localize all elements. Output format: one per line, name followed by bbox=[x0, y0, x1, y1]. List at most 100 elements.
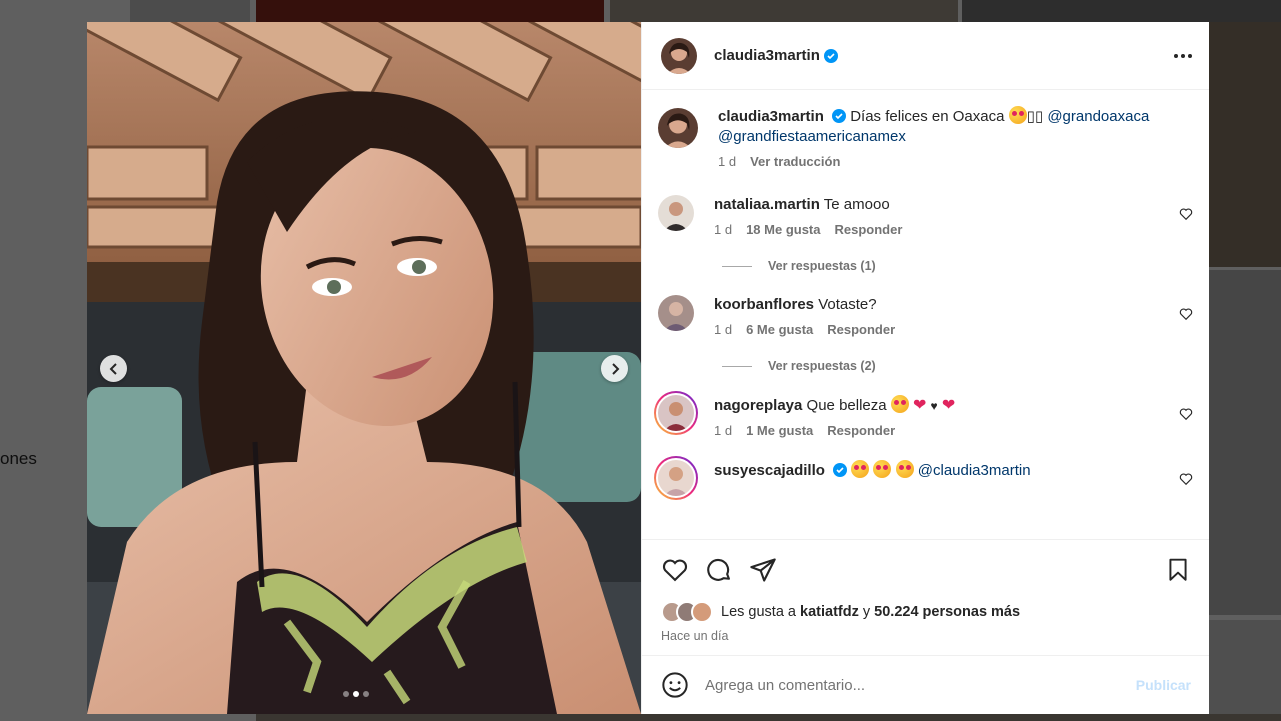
post-header: claudia3martin bbox=[642, 22, 1209, 90]
caption-text: Días felices en Oaxaca bbox=[850, 108, 1005, 125]
comment-like-count[interactable]: 1 Me gusta bbox=[746, 423, 813, 438]
comment-body: nagoreplaya Que belleza ❤ ♥ ❤ 1 d 1 Me g… bbox=[714, 395, 955, 438]
comment-bubble-icon[interactable] bbox=[705, 556, 733, 584]
carousel-dot bbox=[363, 691, 369, 697]
caption-mention-2[interactable]: @grandfiestaamericanamex bbox=[718, 128, 906, 145]
liker-avatar bbox=[691, 601, 713, 623]
author-avatar[interactable] bbox=[661, 37, 697, 74]
heart-emoji-icon: ❤ bbox=[912, 397, 927, 414]
emoji-picker-icon[interactable] bbox=[661, 671, 689, 699]
post-modal: claudia3martin claudia3martin Días felic… bbox=[87, 22, 1209, 714]
comment-time[interactable]: 1 d bbox=[714, 322, 732, 337]
view-replies-label: Ver respuestas (2) bbox=[768, 359, 876, 373]
comment-meta: 1 d 18 Me gusta Responder bbox=[714, 222, 902, 237]
comment-like-heart-icon[interactable] bbox=[1179, 472, 1193, 486]
comment-input[interactable] bbox=[705, 676, 1136, 694]
comment-like-heart-icon[interactable] bbox=[1179, 407, 1193, 421]
comment-reply-button[interactable]: Responder bbox=[827, 423, 895, 438]
comment-item: koorbanflores Votaste? 1 d 6 Me gusta Re… bbox=[658, 295, 1193, 337]
post-caption: claudia3martin Días felices en Oaxaca ▯▯… bbox=[658, 104, 1193, 169]
commenter-avatar bbox=[656, 458, 696, 498]
caption-missing-glyphs: ▯▯ bbox=[1026, 108, 1044, 125]
star-struck-emoji-icon bbox=[1008, 106, 1027, 124]
comment-text: Que belleza bbox=[806, 397, 887, 414]
view-replies-label: Ver respuestas (1) bbox=[768, 259, 876, 273]
see-translation-link[interactable]: Ver traducción bbox=[750, 154, 840, 169]
share-paper-plane-icon[interactable] bbox=[749, 556, 777, 584]
comment-like-count[interactable]: 6 Me gusta bbox=[746, 322, 813, 337]
post-photo bbox=[87, 22, 641, 714]
liker-avatars bbox=[661, 601, 713, 623]
comment-reply-button[interactable]: Responder bbox=[835, 222, 903, 237]
comment-username[interactable]: susyescajadillo bbox=[714, 462, 825, 479]
comment-item: nagoreplaya Que belleza ❤ ♥ ❤ 1 d 1 Me g… bbox=[654, 391, 1193, 438]
verified-badge-icon bbox=[823, 48, 838, 63]
heart-emoji-icon: ❤ bbox=[941, 397, 956, 414]
story-ring[interactable] bbox=[654, 456, 698, 500]
star-struck-emoji-icon bbox=[851, 460, 870, 478]
likes-prefix: Les gusta a bbox=[721, 604, 796, 620]
replies-divider bbox=[722, 265, 752, 267]
comment-text: Te amooo bbox=[823, 196, 890, 213]
caption-meta: 1 d Ver traducción bbox=[718, 154, 1149, 169]
save-bookmark-icon[interactable] bbox=[1165, 557, 1191, 583]
like-heart-icon[interactable] bbox=[661, 556, 689, 584]
likes-connector: y bbox=[862, 604, 871, 620]
comment-item: susyescajadillo @claudia3martin bbox=[654, 456, 1193, 500]
comment-username[interactable]: nataliaa.martin bbox=[714, 196, 820, 213]
comment-body: koorbanflores Votaste? 1 d 6 Me gusta Re… bbox=[714, 295, 895, 337]
caption-avatar[interactable] bbox=[658, 108, 698, 148]
black-heart-emoji-icon: ♥ bbox=[930, 399, 938, 413]
star-struck-emoji-icon bbox=[895, 460, 914, 478]
comments-section[interactable]: claudia3martin Días felices en Oaxaca ▯▯… bbox=[642, 90, 1209, 539]
carousel-prev-button[interactable] bbox=[100, 355, 127, 382]
comment-like-heart-icon[interactable] bbox=[1179, 307, 1193, 321]
story-ring[interactable] bbox=[654, 391, 698, 435]
comment-like-heart-icon[interactable] bbox=[1179, 207, 1193, 221]
verified-badge-icon bbox=[833, 463, 848, 477]
add-comment-bar: Publicar bbox=[642, 655, 1209, 714]
likes-others[interactable]: 50.224 personas más bbox=[874, 604, 1020, 620]
view-replies-button[interactable]: Ver respuestas (1) bbox=[722, 259, 1193, 273]
more-options-icon[interactable] bbox=[1173, 46, 1193, 66]
comment-body: nataliaa.martin Te amooo 1 d 18 Me gusta… bbox=[714, 195, 902, 237]
commenter-avatar[interactable] bbox=[658, 295, 694, 331]
replies-divider bbox=[722, 365, 752, 367]
caption-text-line: claudia3martin Días felices en Oaxaca ▯▯… bbox=[718, 106, 1149, 127]
post-actions bbox=[642, 539, 1209, 599]
comment-time[interactable]: 1 d bbox=[714, 423, 732, 438]
carousel-dot-active bbox=[353, 691, 359, 697]
likes-first-user[interactable]: katiatfdz bbox=[800, 604, 859, 620]
post-sidebar: claudia3martin claudia3martin Días felic… bbox=[641, 22, 1209, 714]
post-time-ago[interactable]: Hace un día bbox=[661, 629, 1190, 643]
commenter-avatar bbox=[656, 393, 696, 433]
star-struck-emoji-icon bbox=[890, 395, 909, 413]
chevron-left-icon bbox=[109, 362, 117, 375]
likes-summary[interactable]: Les gusta a katiatfdz y 50.224 personas … bbox=[661, 601, 1190, 623]
carousel-indicators bbox=[343, 691, 369, 697]
view-replies-button[interactable]: Ver respuestas (2) bbox=[722, 359, 1193, 373]
author-username[interactable]: claudia3martin bbox=[714, 47, 820, 64]
commenter-avatar[interactable] bbox=[658, 195, 694, 231]
publish-button[interactable]: Publicar bbox=[1136, 677, 1191, 693]
verified-badge-icon bbox=[832, 109, 847, 123]
comment-item: nataliaa.martin Te amooo 1 d 18 Me gusta… bbox=[658, 195, 1193, 237]
comment-reply-button[interactable]: Responder bbox=[827, 322, 895, 337]
comment-mention[interactable]: @claudia3martin bbox=[918, 462, 1031, 479]
comment-text: Votaste? bbox=[818, 296, 877, 313]
comment-like-count[interactable]: 18 Me gusta bbox=[746, 222, 820, 237]
carousel-next-button[interactable] bbox=[601, 355, 628, 382]
caption-mention[interactable]: @grandoaxaca bbox=[1047, 108, 1149, 125]
carousel-dot bbox=[343, 691, 349, 697]
star-struck-emoji-icon bbox=[873, 460, 892, 478]
caption-time[interactable]: 1 d bbox=[718, 154, 736, 169]
chevron-right-icon bbox=[611, 362, 619, 375]
caption-username[interactable]: claudia3martin bbox=[718, 108, 824, 125]
comment-username[interactable]: koorbanflores bbox=[714, 296, 814, 313]
comment-username[interactable]: nagoreplaya bbox=[714, 397, 802, 414]
comment-body: susyescajadillo @claudia3martin bbox=[714, 460, 1031, 500]
comment-time[interactable]: 1 d bbox=[714, 222, 732, 237]
post-media bbox=[87, 22, 641, 714]
comment-meta: 1 d 6 Me gusta Responder bbox=[714, 322, 895, 337]
caption-body: claudia3martin Días felices en Oaxaca ▯▯… bbox=[718, 106, 1149, 169]
